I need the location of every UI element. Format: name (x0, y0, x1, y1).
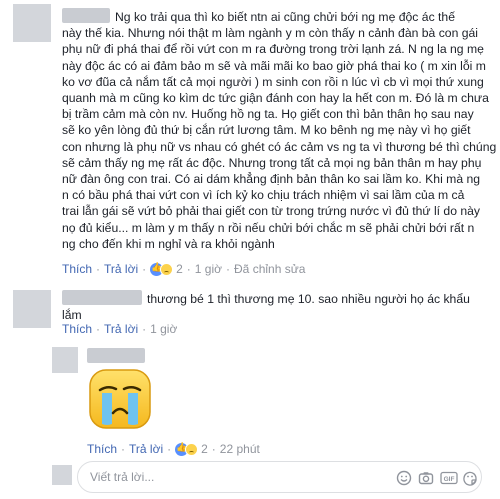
separator: · (167, 442, 172, 456)
comment-text: thương bé 1 thì thương mẹ 10. sao nhiều … (62, 292, 470, 323)
separator: · (226, 262, 231, 276)
comment-actions: Thích · Trả lời · 1 giờ (62, 322, 177, 336)
separator: · (142, 322, 147, 336)
separator: · (211, 442, 216, 456)
svg-text:GIF: GIF (444, 476, 455, 483)
reply-link[interactable]: Trả lời (129, 442, 163, 456)
comment-actions: Thích · Trả lời · 2 · 22 phút (87, 442, 260, 457)
reply-input[interactable] (90, 468, 380, 486)
reaction-count: 2 (176, 262, 183, 276)
timestamp[interactable]: 1 giờ (150, 322, 177, 336)
smiley-icon[interactable] (396, 470, 412, 486)
commenter-name[interactable] (87, 348, 145, 363)
avatar[interactable] (52, 347, 78, 373)
separator: · (96, 262, 101, 276)
face-reaction-icon (185, 442, 199, 456)
crying-face-sticker (89, 369, 151, 429)
avatar[interactable] (13, 290, 51, 328)
face-reaction-icon (160, 262, 174, 276)
sticker-icon[interactable] (462, 470, 478, 486)
separator: · (96, 322, 101, 336)
reaction-count: 2 (201, 442, 208, 456)
like-link[interactable]: Thích (87, 442, 117, 456)
separator: · (142, 262, 147, 276)
reply-composer[interactable]: GIF (77, 461, 482, 493)
gif-icon[interactable]: GIF (440, 470, 458, 486)
comment-text: Ng ko trải qua thì ko biết ntn ai cũng c… (62, 10, 497, 251)
like-link[interactable]: Thích (62, 262, 92, 276)
reactions[interactable] (175, 442, 199, 456)
camera-icon[interactable] (418, 470, 434, 486)
comment-actions: Thích · Trả lời · 2 · 1 giờ · Đã chỉnh s… (62, 262, 305, 277)
reply-link[interactable]: Trả lời (104, 262, 138, 276)
reactions[interactable] (150, 262, 174, 276)
separator: · (186, 262, 191, 276)
avatar[interactable] (13, 4, 51, 42)
reply-link[interactable]: Trả lời (104, 322, 138, 336)
separator: · (121, 442, 126, 456)
edited-label[interactable]: Đã chỉnh sửa (234, 262, 305, 276)
timestamp[interactable]: 1 giờ (195, 262, 222, 276)
like-link[interactable]: Thích (62, 322, 92, 336)
timestamp[interactable]: 22 phút (220, 442, 260, 456)
avatar (52, 465, 72, 485)
